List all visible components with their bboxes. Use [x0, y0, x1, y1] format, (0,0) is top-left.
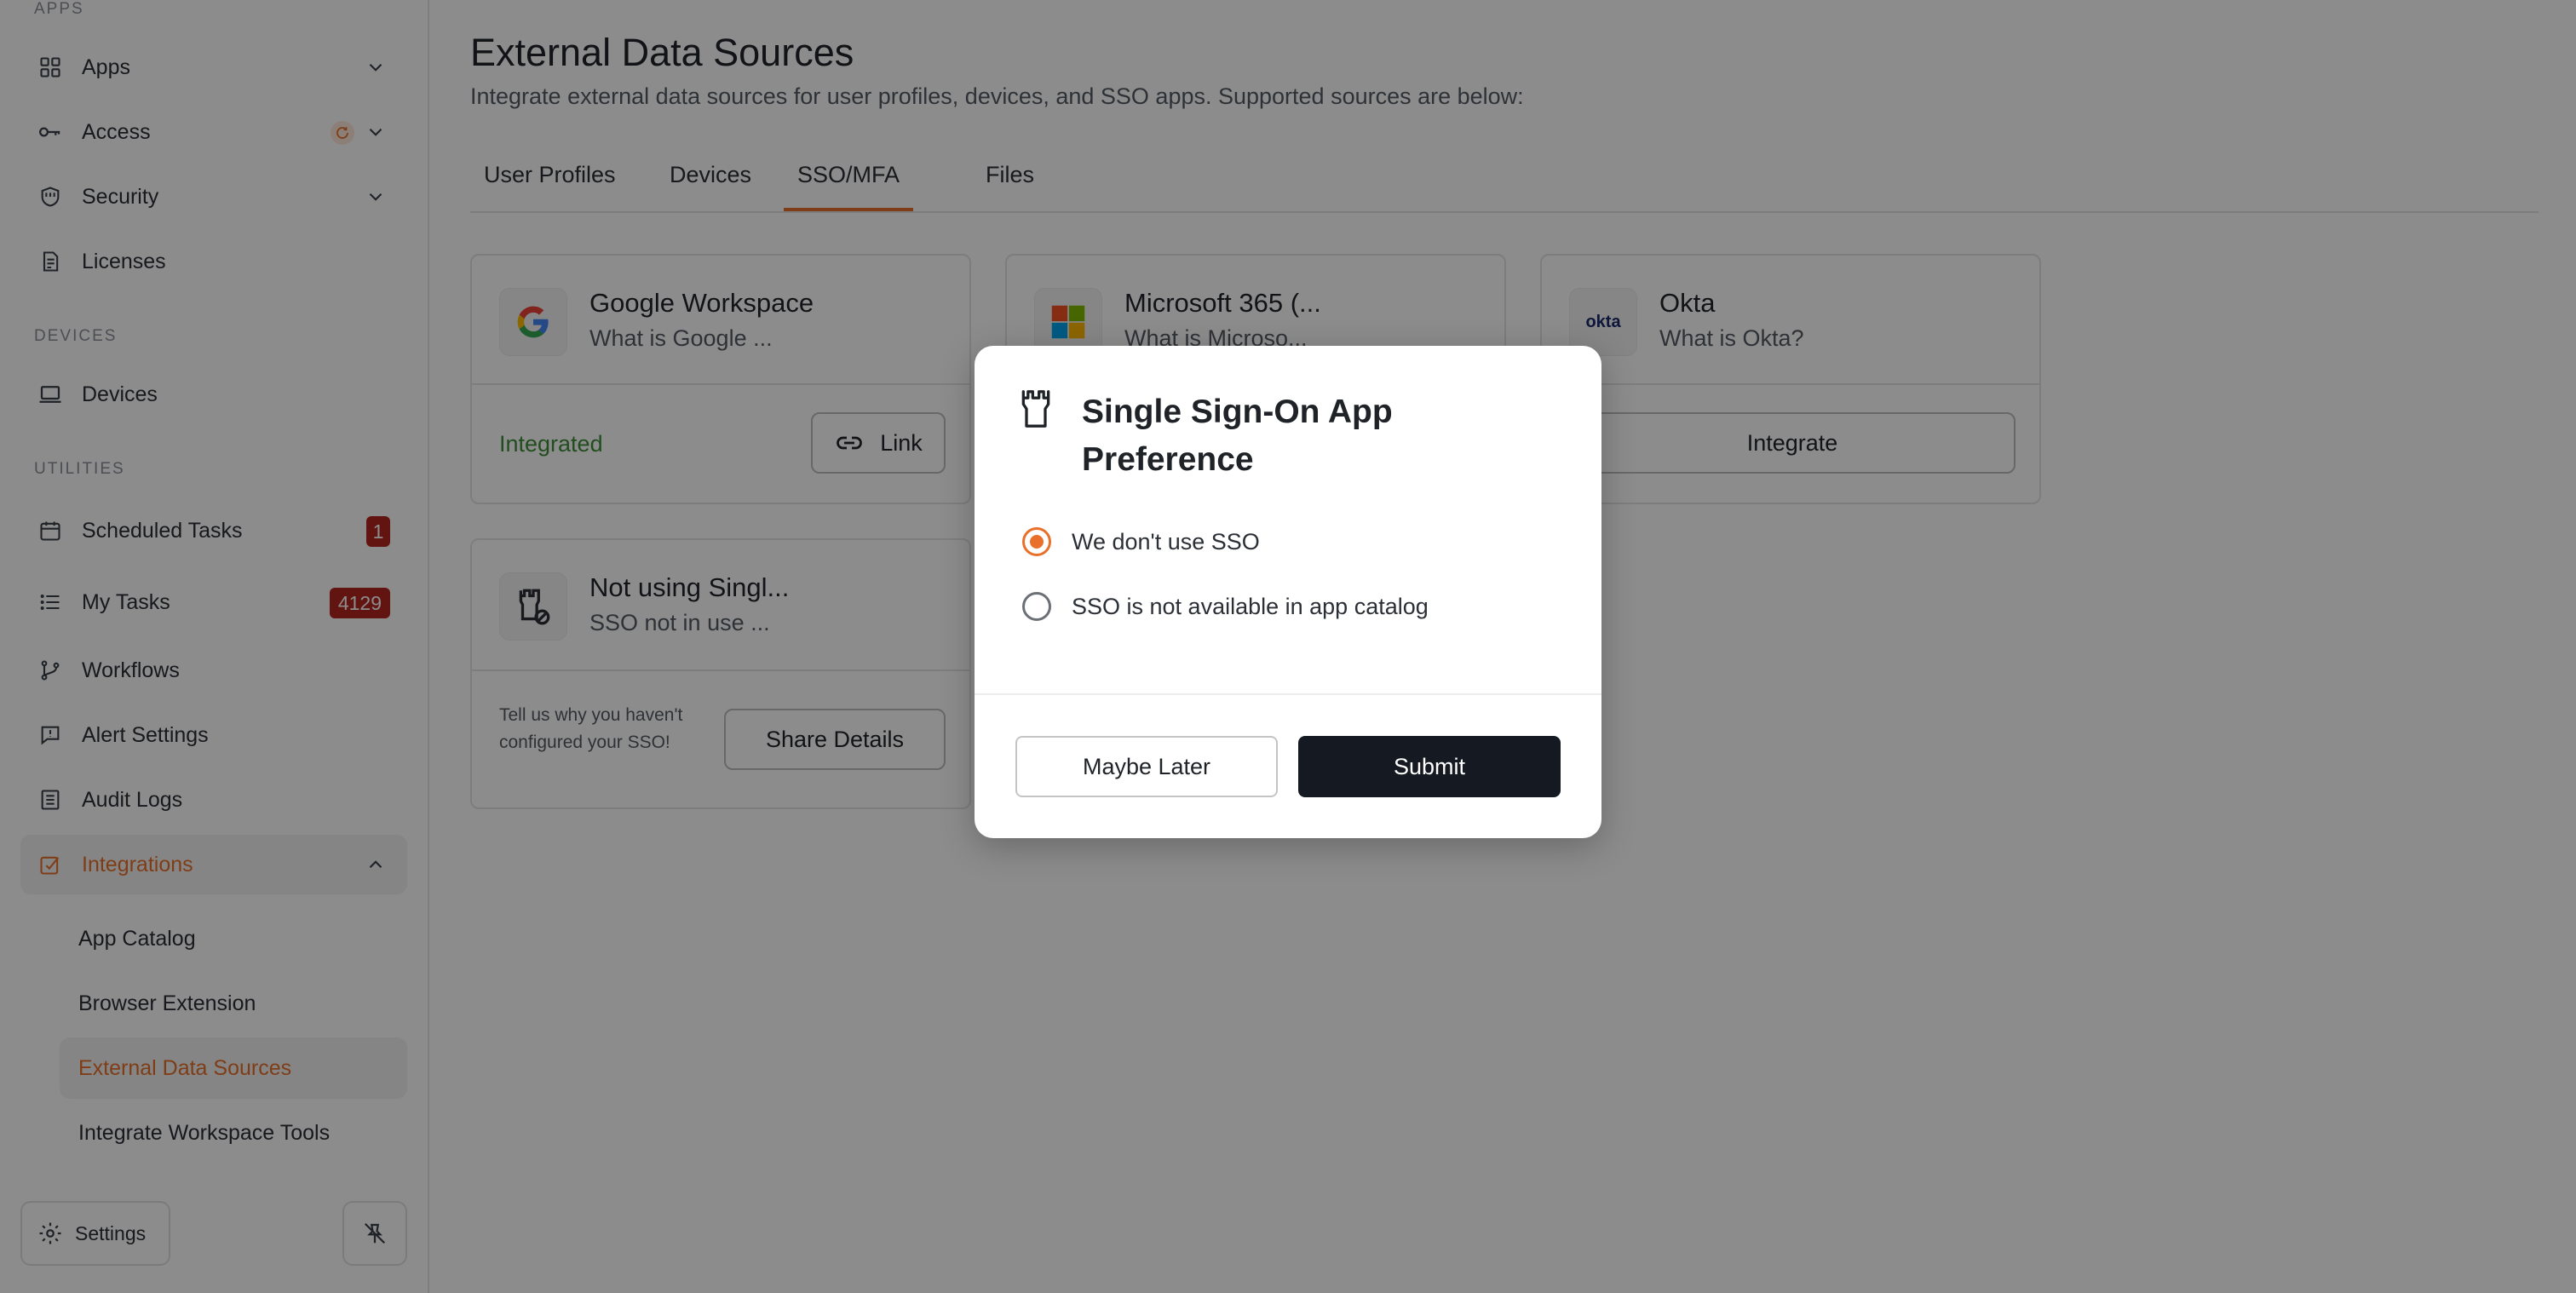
radio-button-selected[interactable]	[1022, 527, 1051, 556]
maybe-later-button[interactable]: Maybe Later	[1015, 736, 1278, 797]
dialog-divider	[975, 693, 1601, 695]
submit-button[interactable]: Submit	[1298, 736, 1561, 797]
option-sso-not-in-catalog[interactable]: SSO is not available in app catalog	[1022, 589, 1429, 624]
option-no-sso[interactable]: We don't use SSO	[1022, 525, 1260, 559]
radio-button[interactable]	[1022, 592, 1051, 621]
option-label: SSO is not available in app catalog	[1072, 593, 1429, 619]
sso-preference-dialog: Single Sign-On App Preference We don't u…	[975, 346, 1601, 838]
dialog-title: Single Sign-On App Preference	[1082, 394, 1393, 478]
option-label: We don't use SSO	[1072, 528, 1260, 555]
castle-icon	[1021, 390, 1050, 428]
